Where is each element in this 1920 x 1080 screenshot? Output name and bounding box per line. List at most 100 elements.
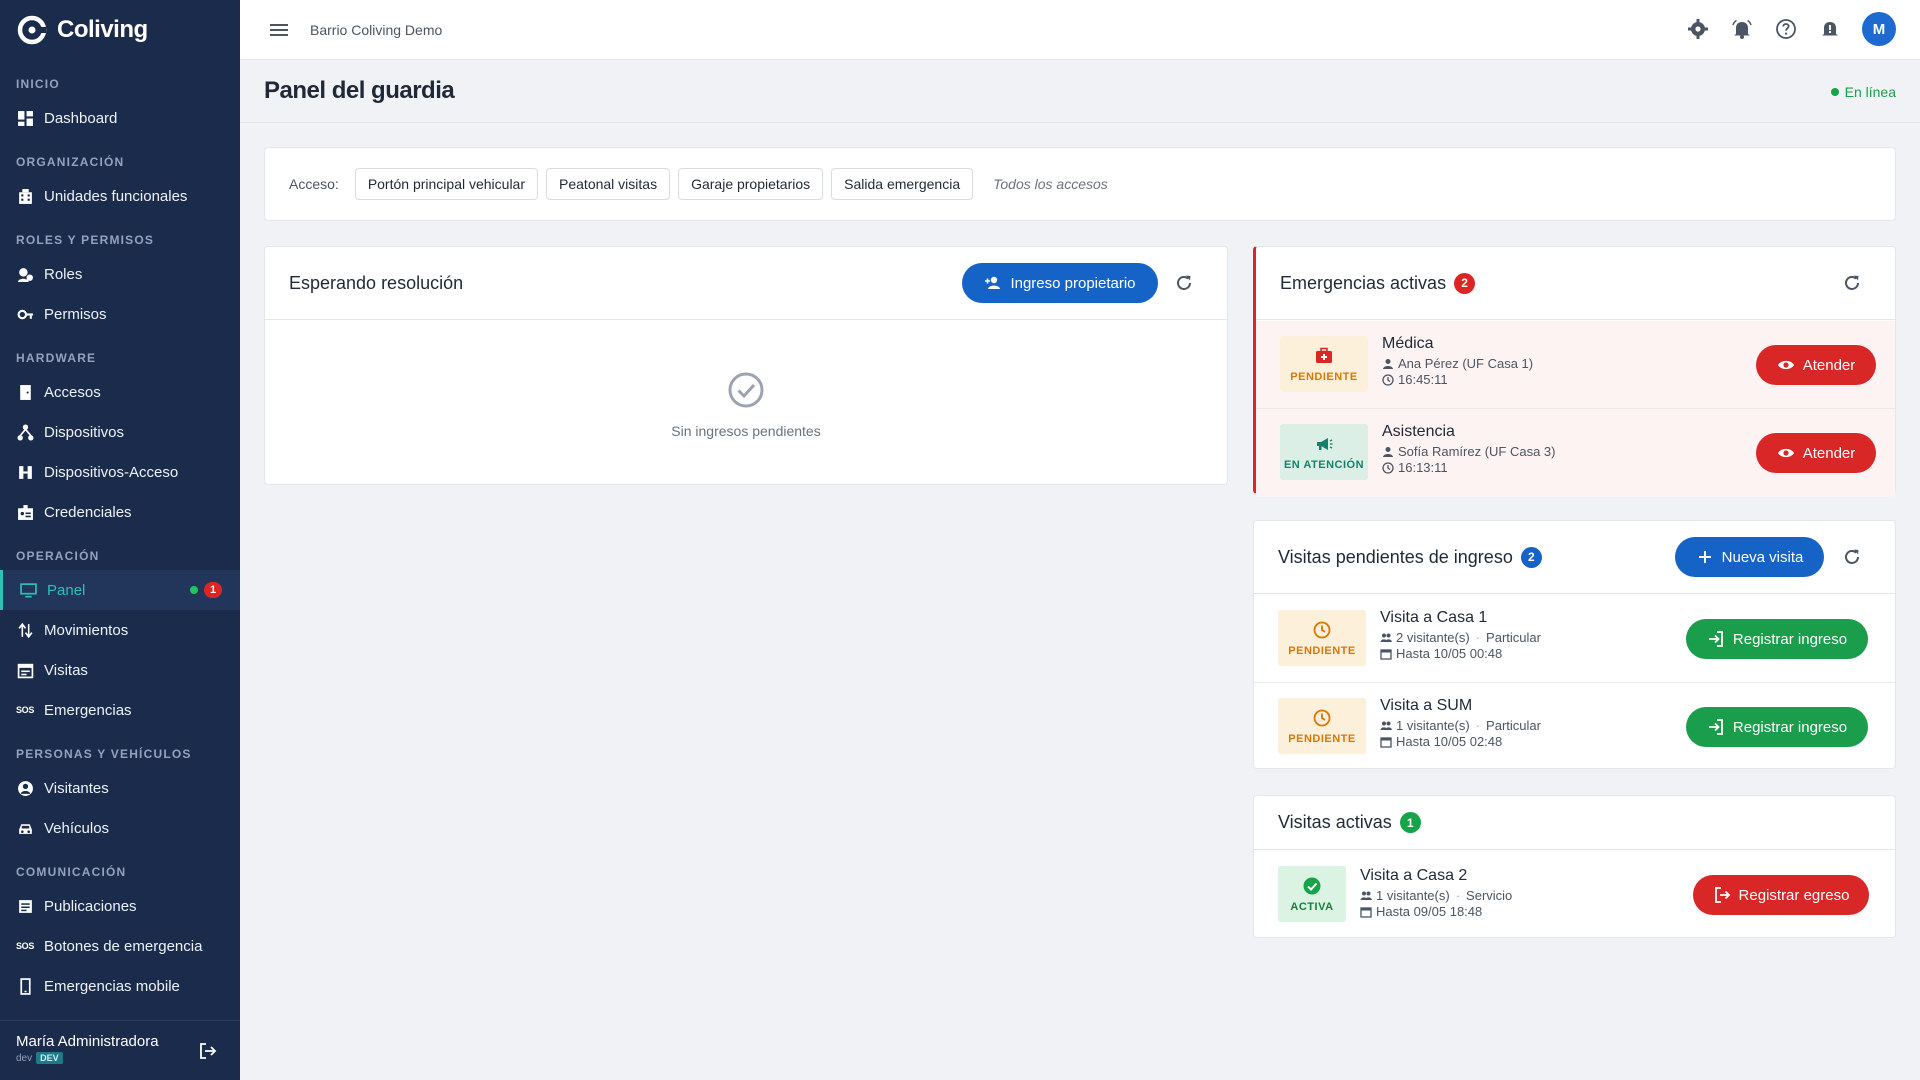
status-badge: EN ATENCIÓN — [1280, 424, 1368, 480]
visit-title: Visita a Casa 1 — [1380, 609, 1488, 626]
registrar-ingreso-button[interactable]: Registrar ingreso — [1686, 619, 1868, 659]
sidebar-item-label: Botones de emergencia — [44, 937, 203, 955]
sidebar-item-unidades[interactable]: Unidades funcionales — [0, 176, 240, 216]
sidebar-item-botones-emergencia[interactable]: SOS Botones de emergencia — [0, 926, 240, 966]
empty-state: Sin ingresos pendientes — [265, 370, 1227, 439]
emergencies-title: Emergencias activas — [1280, 272, 1447, 293]
person-icon — [1383, 358, 1393, 369]
sidebar-item-visitantes[interactable]: Visitantes — [0, 768, 240, 808]
sidebar-item-permisos[interactable]: Permisos — [0, 294, 240, 334]
emergency-info: Asistencia Sofía Ramírez (UF Casa 3) 16:… — [1382, 423, 1556, 475]
avatar[interactable]: M — [1862, 12, 1896, 46]
add-person-icon — [985, 276, 1001, 289]
status-dot — [1830, 88, 1839, 96]
brand[interactable]: Coliving — [0, 0, 240, 60]
emergencies-count-badge: 2 — [1454, 272, 1476, 294]
sidebar-item-label: Publicaciones — [44, 897, 137, 915]
sidebar-item-label: Visitas — [44, 661, 88, 679]
user-name: María Administradora — [16, 1033, 159, 1050]
alert-bell-icon[interactable] — [1818, 17, 1842, 41]
section-roles: ROLES Y PERMISOS — [16, 233, 155, 247]
visit-visitors-line: 1 visitante(s) · Particular — [1380, 718, 1541, 733]
megaphone-icon — [1317, 437, 1333, 450]
visit-info: Visita a Casa 2 1 visitante(s) · Servici… — [1360, 867, 1512, 919]
atender-label: Atender — [1802, 444, 1856, 462]
status-badge: PENDIENTE — [1278, 698, 1366, 754]
access-chip-porton[interactable]: Portón principal vehicular — [354, 168, 539, 200]
key-icon — [16, 305, 34, 323]
person-icon — [16, 779, 34, 797]
emergency-person-line: Sofía Ramírez (UF Casa 3) — [1382, 444, 1556, 459]
registrar-ingreso-button[interactable]: Registrar ingreso — [1686, 707, 1868, 747]
check-circle-icon — [728, 372, 764, 408]
sidebar-item-dashboard[interactable]: Dashboard — [0, 98, 240, 138]
calendar-icon — [16, 661, 34, 679]
topbar: Barrio Coliving Demo M — [240, 0, 1920, 60]
status-label: PENDIENTE — [1288, 732, 1356, 745]
refresh-icon[interactable] — [1841, 546, 1863, 568]
plus-icon — [1698, 551, 1711, 563]
visit-visitors-line: 1 visitante(s) · Servicio — [1360, 888, 1512, 903]
sidebar-item-publicaciones[interactable]: Publicaciones — [0, 886, 240, 926]
sidebar-item-credenciales[interactable]: Credenciales — [0, 492, 240, 532]
active-visit-row: ACTIVA Visita a Casa 2 1 visitante(s) · … — [1254, 851, 1895, 939]
sidebar-item-roles[interactable]: Roles — [0, 254, 240, 294]
section-personas: PERSONAS Y VEHÍCULOS — [16, 747, 192, 761]
nueva-visita-button[interactable]: Nueva visita — [1675, 537, 1824, 577]
refresh-icon[interactable] — [1173, 272, 1195, 294]
panel-badge: 1 — [204, 582, 222, 598]
sidebar-item-panel[interactable]: Panel 1 — [0, 570, 240, 610]
status-label: ACTIVA — [1290, 900, 1334, 913]
sidebar-item-vehiculos[interactable]: Vehículos — [0, 808, 240, 848]
sidebar-item-accesos[interactable]: Accesos — [0, 372, 240, 412]
visit-until: Hasta 10/05 00:48 — [1396, 646, 1503, 661]
access-chip-salida[interactable]: Salida emergencia — [831, 168, 974, 200]
registrar-egreso-label: Registrar egreso — [1738, 886, 1850, 904]
roles-icon — [16, 265, 34, 283]
sidebar-item-label: Roles — [44, 265, 83, 283]
visit-title: Visita a Casa 2 — [1360, 867, 1468, 884]
sidebar-item-movimientos[interactable]: Movimientos — [0, 610, 240, 650]
status-badge: PENDIENTE — [1280, 336, 1368, 392]
dashboard-icon — [16, 109, 34, 127]
emergency-person: Sofía Ramírez (UF Casa 3) — [1398, 444, 1556, 459]
settings-gear-icon[interactable] — [1686, 17, 1710, 41]
atender-button[interactable]: Atender — [1756, 433, 1876, 473]
sidebar-item-label: Dashboard — [44, 109, 118, 127]
atender-button[interactable]: Atender — [1756, 345, 1876, 385]
emergency-person: Ana Pérez (UF Casa 1) — [1398, 356, 1534, 371]
notifications-bell-icon[interactable] — [1730, 17, 1754, 41]
ingreso-propietario-button[interactable]: Ingreso propietario — [962, 263, 1158, 303]
registrar-egreso-button[interactable]: Registrar egreso — [1693, 875, 1869, 915]
logout-icon[interactable] — [198, 1041, 218, 1061]
visit-title: Visita a SUM — [1380, 697, 1473, 714]
access-chip-peatonal[interactable]: Peatonal visitas — [546, 168, 671, 200]
visit-info: Visita a SUM 1 visitante(s) · Particular… — [1380, 697, 1541, 749]
sidebar-item-visitas[interactable]: Visitas — [0, 650, 240, 690]
brand-name: Coliving — [57, 16, 148, 43]
logout-icon — [1714, 887, 1730, 903]
eye-icon — [1777, 360, 1794, 370]
device-access-icon — [16, 463, 34, 481]
access-label: Acceso: — [289, 176, 339, 192]
sidebar-item-dispositivos-acceso[interactable]: Dispositivos-Acceso — [0, 452, 240, 492]
waiting-title: Esperando resolución — [289, 272, 464, 293]
access-all-option[interactable]: Todos los accesos — [993, 176, 1108, 192]
menu-icon[interactable] — [268, 19, 290, 41]
emergencies-card: Emergencias activas 2 PENDIENTE Médica A… — [1253, 246, 1896, 497]
clock-icon — [1313, 709, 1331, 726]
sidebar-item-emergencias[interactable]: SOS Emergencias — [0, 690, 240, 730]
visit-row: PENDIENTE Visita a Casa 1 2 visitante(s)… — [1254, 595, 1895, 683]
refresh-icon[interactable] — [1841, 272, 1863, 294]
user-role: dev — [16, 1052, 33, 1064]
login-icon — [1708, 719, 1723, 735]
status-badge: ACTIVA — [1278, 866, 1346, 922]
sidebar-item-dispositivos[interactable]: Dispositivos — [0, 412, 240, 452]
sidebar-nav: INICIO Dashboard ORGANIZACIÓN Unidades f… — [0, 60, 240, 1020]
sidebar-item-emergencias-mobile[interactable]: Emergencias mobile — [0, 966, 240, 1006]
active-visits-header: Visitas activas 1 — [1254, 796, 1895, 850]
atender-label: Atender — [1802, 356, 1856, 374]
site-title: Barrio Coliving Demo — [310, 21, 443, 38]
access-chip-garaje[interactable]: Garaje propietarios — [678, 168, 824, 200]
help-icon[interactable] — [1774, 17, 1798, 41]
